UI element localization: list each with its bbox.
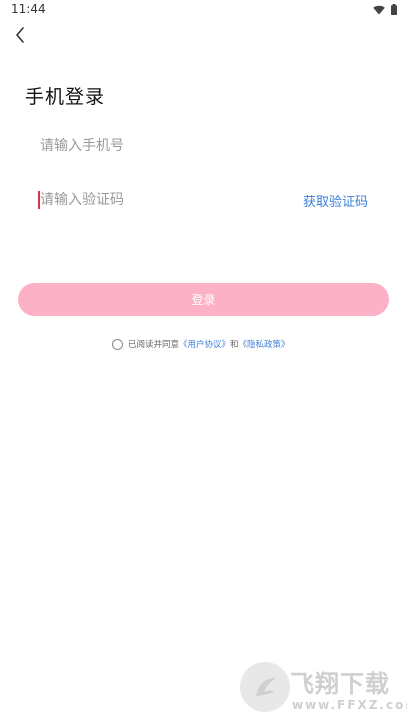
agreement-row: 已阅读并同意 《用户协议》 和 《隐私政策》 — [112, 337, 290, 351]
agreement-and: 和 — [230, 340, 239, 350]
watermark: 飞翔下载 www.FFXZ.com — [240, 662, 407, 716]
watermark-text: 飞翔下载 — [290, 670, 390, 698]
user-agreement-link[interactable]: 《用户协议》 — [179, 338, 230, 350]
agreement-prefix: 已阅读并同意 — [128, 340, 180, 350]
phone-input[interactable] — [40, 134, 370, 158]
login-button[interactable]: 登录 — [18, 283, 389, 316]
back-button[interactable] — [9, 24, 31, 46]
code-row: 获取验证码 — [38, 188, 378, 212]
status-bar: 11:44 — [0, 0, 407, 20]
battery-icon — [391, 4, 397, 15]
chevron-left-icon — [16, 27, 24, 43]
watermark-subtext: www.FFXZ.com — [292, 698, 407, 712]
status-time: 11:44 — [11, 2, 46, 16]
agree-checkbox[interactable] — [112, 338, 123, 350]
get-code-button[interactable]: 获取验证码 — [303, 191, 368, 210]
page-title: 手机登录 — [25, 86, 106, 108]
code-input[interactable] — [40, 188, 280, 212]
privacy-policy-link[interactable]: 《隐私政策》 — [239, 338, 290, 350]
login-page: 11:44 手机登录 获取验证码 登录 已阅读并同意 《用户协议》 和 《隐私政… — [0, 0, 407, 724]
brand-logo — [240, 662, 290, 712]
wifi-icon — [373, 5, 385, 14]
status-icons — [373, 4, 397, 15]
